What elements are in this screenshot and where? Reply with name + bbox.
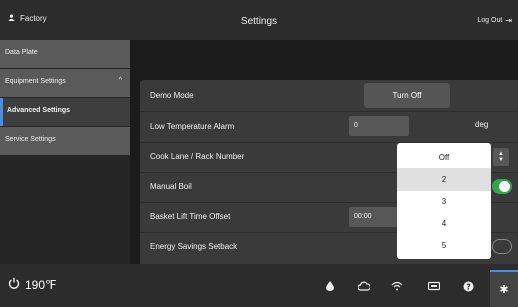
cook-lane-dropdown: Off 2 3 4 5: [397, 143, 491, 259]
manual-boil-toggle[interactable]: [492, 179, 512, 194]
sidebar-item-label: Equipment Settings: [5, 78, 66, 85]
demo-mode-label: Demo Mode: [150, 91, 194, 100]
energy-setback-toggle[interactable]: [492, 239, 512, 254]
cloud-icon[interactable]: [350, 272, 378, 300]
sidebar-item-equipment-settings[interactable]: Equipment Settings ^: [0, 69, 130, 97]
oil-drop-icon[interactable]: [316, 272, 344, 300]
sidebar-item-data-plate[interactable]: Data Plate: [0, 40, 130, 68]
logout-label: Log Out: [477, 17, 503, 24]
dropdown-option-5[interactable]: 5: [397, 234, 491, 257]
dropdown-option-3[interactable]: 3: [397, 190, 491, 213]
low-temp-alarm-input[interactable]: 0: [349, 116, 409, 136]
row-divider: [140, 111, 518, 112]
basket-lift-offset-input[interactable]: 00:00: [349, 207, 399, 227]
demo-mode-turn-off-button[interactable]: Turn Off: [364, 83, 450, 108]
cook-lane-select-arrows[interactable]: ▲ ▼: [493, 148, 509, 166]
basket-lift-offset-label: Basket Lift Time Offset: [150, 212, 231, 221]
chevron-up-icon: ^: [118, 77, 122, 84]
sidebar-item-advanced-settings[interactable]: Advanced Settings: [0, 98, 130, 126]
logout-button[interactable]: Log Out ⇥: [477, 16, 512, 25]
sidebar: Data Plate Equipment Settings ^ Advanced…: [0, 40, 130, 264]
page-title: Settings: [240, 16, 278, 27]
temperature-display[interactable]: 190℉: [8, 277, 56, 292]
usb-icon[interactable]: [420, 272, 448, 300]
dropdown-option-2[interactable]: 2: [397, 168, 491, 191]
dropdown-option-4[interactable]: 4: [397, 212, 491, 235]
help-icon[interactable]: ?: [454, 272, 482, 300]
sidebar-item-label: Advanced Settings: [7, 107, 71, 114]
toggle-knob: [499, 181, 510, 192]
sidebar-item-service-settings[interactable]: Service Settings: [0, 127, 130, 155]
energy-setback-label: Energy Savings Setback: [150, 242, 238, 251]
top-bar: Factory Settings Log Out ⇥: [0, 0, 518, 40]
wifi-icon[interactable]: [383, 272, 411, 300]
power-icon: [8, 277, 20, 292]
sidebar-item-label: Service Settings: [5, 136, 56, 143]
svg-text:?: ?: [466, 282, 471, 291]
logout-icon: ⇥: [505, 16, 512, 25]
temperature-value: 190℉: [25, 277, 57, 292]
cook-lane-label: Cook Lane / Rack Number: [150, 152, 245, 161]
sidebar-item-label: Data Plate: [5, 49, 38, 56]
gear-icon[interactable]: ✱: [490, 270, 518, 307]
manual-boil-label: Manual Boil: [150, 182, 192, 191]
low-temp-alarm-unit: deg: [475, 120, 489, 129]
dropdown-option-off[interactable]: Off: [397, 146, 491, 169]
bottom-bar: 190℉ ? ✱: [0, 264, 518, 307]
low-temp-alarm-label: Low Temperature Alarm: [150, 122, 235, 131]
